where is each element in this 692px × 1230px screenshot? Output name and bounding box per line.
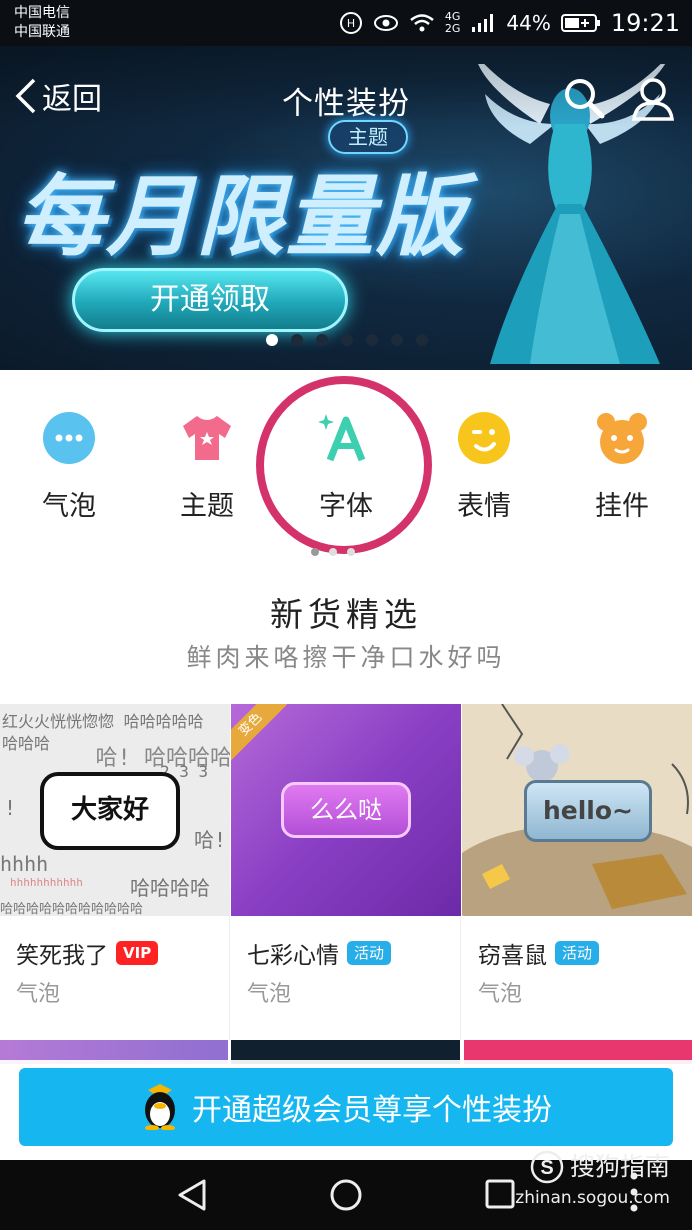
svg-text:S: S [540, 1157, 553, 1179]
svg-text:H: H [347, 17, 355, 30]
signal-icon [472, 14, 494, 32]
pagination-dot [347, 548, 355, 556]
bottom-cta-bar: 开通超级会员尊享个性装扮 [0, 1060, 692, 1160]
pagination-dot[interactable] [341, 334, 353, 346]
card-category: 气泡 [16, 982, 61, 1007]
bg-text: hhhhhhhhhhh [10, 876, 83, 889]
pagination-dot-active[interactable] [266, 334, 278, 346]
bg-text: 哈哈哈哈哈哈哈哈哈哈哈 [0, 902, 144, 916]
nav-home-button[interactable] [329, 1178, 363, 1216]
section-subtitle: 鲜肉来咯擦干净口水好吗 [186, 643, 506, 672]
category-theme[interactable]: 主题 [157, 410, 257, 523]
status-bar: 中国电信 中国联通 H 4G 2G 44% 19:21 [0, 0, 692, 46]
card-title: 七彩心情 [247, 943, 339, 969]
bubble-preview: 大家好 [40, 772, 180, 850]
card-title-row: 七彩心情 活动 [247, 936, 392, 970]
category-pendant[interactable]: 挂件 [572, 410, 672, 523]
highlight-circle-annotation [256, 376, 432, 554]
card-title: 窃喜鼠 [478, 943, 547, 969]
product-card[interactable]: 变色 么么哒 七彩心情 活动 气泡 [231, 704, 461, 1040]
category-label: 挂件 [595, 491, 649, 522]
pagination-dot[interactable] [416, 334, 428, 346]
bubble-preview: hello~ [524, 780, 652, 842]
banner-pagination [266, 334, 428, 346]
pagination-dot[interactable] [366, 334, 378, 346]
carrier-2: 中国联通 [14, 24, 70, 40]
bg-text: 哈哈哈哈 [130, 876, 210, 900]
card-title: 笑死我了 [16, 943, 108, 969]
emoji-icon [458, 412, 510, 464]
pagination-dot[interactable] [316, 334, 328, 346]
card-category: 气泡 [478, 982, 523, 1007]
card-category: 气泡 [247, 982, 292, 1007]
category-label: 表情 [457, 491, 511, 522]
card-title-row: 窃喜鼠 活动 [478, 936, 600, 970]
theme-shirt-icon [183, 416, 231, 460]
category-emoji[interactable]: 表情 [434, 410, 534, 523]
card-thumbnail: 红火火恍恍惚惚 哈哈哈哈哈 哈哈哈 哈! 哈哈哈哈 2 3 3 ! 哈! hhh… [0, 704, 230, 916]
pagination-dot-active [311, 548, 319, 556]
square-recents-icon [485, 1179, 515, 1209]
card-thumbnail: hello~ [462, 704, 692, 916]
card-title-row: 笑死我了 VIP [16, 936, 159, 970]
wifi-icon [410, 14, 434, 32]
watermark-brand: 搜狗指南 [569, 1152, 670, 1181]
pagination-dot [329, 548, 337, 556]
pendant-icon [597, 413, 647, 464]
eye-icon [373, 15, 398, 31]
sogou-logo-icon: S [530, 1150, 564, 1184]
category-label: 气泡 [42, 491, 96, 522]
category-pagination [311, 548, 355, 556]
color-change-ribbon: 变色 [231, 704, 288, 762]
nav-recents-button[interactable] [484, 1178, 516, 1214]
clock: 19:21 [610, 9, 680, 37]
user-icon [632, 78, 674, 121]
battery-percent: 44% [506, 11, 551, 35]
sogou-watermark: S 搜狗指南 zhinan.sogou.com [515, 1150, 670, 1212]
status-icons: H 4G 2G 44% 19:21 [339, 6, 680, 40]
bg-text: 哈! [194, 828, 227, 852]
carrier-info: 中国电信 中国联通 [14, 4, 70, 42]
bg-text: ! [4, 796, 17, 820]
qq-penguin-icon [145, 1084, 175, 1130]
circle-home-icon [330, 1179, 362, 1211]
super-member-label: 开通超级会员尊享个性装扮 [192, 1093, 552, 1128]
pagination-dot[interactable] [391, 334, 403, 346]
banner-headline: 每月限量版 [16, 165, 467, 268]
bg-text: 红火火恍恍惚惚 哈哈哈哈哈 [2, 712, 204, 731]
category-bubble[interactable]: 气泡 [19, 410, 119, 523]
bubble-icon [43, 412, 95, 464]
search-button[interactable] [562, 76, 606, 124]
vip-badge: VIP [116, 941, 159, 965]
activate-claim-button[interactable]: 开通领取 [72, 268, 348, 332]
activity-badge: 活动 [555, 941, 600, 965]
bg-text: hhhh [0, 852, 49, 876]
profile-button[interactable] [630, 76, 676, 126]
pagination-dot[interactable] [291, 334, 303, 346]
watermark-url: zhinan.sogou.com [515, 1188, 670, 1208]
product-card[interactable]: 红火火恍恍惚惚 哈哈哈哈哈 哈哈哈 哈! 哈哈哈哈 2 3 3 ! 哈! hhh… [0, 704, 230, 1040]
category-label: 主题 [180, 491, 234, 522]
nav-back-button[interactable] [176, 1178, 208, 1216]
promo-banner[interactable]: 返回 个性装扮 主题 每月限量版 开通领取 [0, 46, 692, 370]
product-card[interactable]: hello~ 窃喜鼠 活动 气泡 [462, 704, 692, 1040]
card-thumbnail: 变色 么么哒 [231, 704, 461, 916]
hd-call-icon: H [339, 12, 362, 34]
activity-badge: 活动 [347, 941, 392, 965]
bubble-preview: 么么哒 [281, 782, 411, 838]
carrier-1: 中国电信 [14, 5, 70, 21]
search-icon [565, 79, 605, 119]
network-types: 4G 2G [445, 11, 461, 35]
battery-icon [560, 14, 600, 32]
network-2: 2G [444, 22, 461, 35]
section-title: 新货精选 [270, 595, 422, 634]
super-member-button[interactable]: 开通超级会员尊享个性装扮 [19, 1068, 673, 1146]
triangle-back-icon [178, 1179, 206, 1211]
